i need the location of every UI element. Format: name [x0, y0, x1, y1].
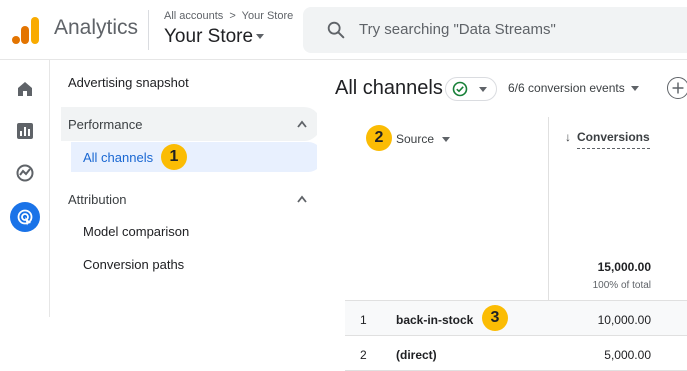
advertising-button[interactable] — [10, 202, 40, 232]
breadcrumb[interactable]: All accounts > Your Store — [164, 10, 293, 22]
nav-section-label: Attribution — [68, 192, 127, 207]
column-header-source[interactable]: Source — [396, 132, 451, 146]
breadcrumb-property[interactable]: Your Store — [242, 10, 294, 22]
row-index: 1 — [360, 313, 367, 327]
annotation-badge-2: 2 — [366, 125, 392, 151]
search-icon — [327, 21, 345, 39]
conversion-events-selector[interactable]: 6/6 conversion events — [508, 81, 639, 95]
left-rail — [0, 60, 50, 317]
chevron-down-icon — [256, 34, 265, 40]
main-content: All channels 6/6 conversion events 2 Sou… — [317, 60, 687, 371]
add-comparison-icon[interactable] — [667, 77, 687, 99]
nav-item-label: All channels — [83, 150, 154, 165]
home-icon — [18, 82, 32, 96]
column-header-label: Source — [396, 132, 435, 146]
chevron-down-icon — [479, 87, 487, 92]
column-divider — [548, 117, 549, 317]
chevron-up-icon — [297, 120, 307, 128]
nav-section-performance[interactable]: Performance — [61, 107, 321, 141]
row-source[interactable]: back-in-stock — [396, 313, 473, 327]
annotation-badge-1: 1 — [161, 144, 187, 170]
app-name: Analytics — [54, 16, 139, 39]
total-value: 15,000.00 — [597, 260, 651, 274]
row-source[interactable]: (direct) — [396, 348, 437, 362]
top-bar: Analytics All accounts > Your Store Your… — [0, 0, 687, 60]
total-subtitle: 100% of total — [592, 280, 651, 291]
data-table: 2 Source ↓ Conversions 15,000.00 100% of … — [317, 117, 687, 371]
search-bar[interactable]: Try searching "Data Streams" — [303, 7, 687, 53]
row-conversions: 10,000.00 — [597, 313, 651, 327]
chevron-down-icon — [630, 86, 639, 92]
row-conversions: 5,000.00 — [604, 348, 651, 362]
explore-icon — [16, 164, 34, 182]
page-title: All channels — [335, 77, 443, 99]
reports-icon — [17, 123, 33, 139]
account-name: Your Store — [164, 26, 254, 47]
reports-button[interactable] — [10, 116, 40, 146]
advertising-icon — [17, 209, 33, 226]
header-divider — [148, 10, 149, 50]
nav-item-model-comparison[interactable]: Model comparison — [83, 224, 189, 239]
nav-advertising-snapshot[interactable]: Advertising snapshot — [68, 75, 189, 90]
column-header-conversions[interactable]: ↓ Conversions — [565, 130, 650, 149]
chevron-down-icon — [442, 137, 451, 143]
account-selector[interactable]: Your Store — [164, 26, 265, 48]
home-button[interactable] — [10, 74, 40, 104]
explore-button[interactable] — [10, 158, 40, 188]
row-divider — [345, 300, 687, 301]
sort-descending-icon: ↓ — [565, 130, 571, 144]
breadcrumb-separator: > — [229, 10, 236, 22]
conversion-events-label: 6/6 conversion events — [508, 81, 625, 95]
breadcrumb-accounts[interactable]: All accounts — [164, 10, 223, 22]
chevron-up-icon — [297, 195, 307, 203]
analytics-logo-icon[interactable] — [12, 15, 40, 45]
row-divider — [345, 335, 687, 336]
nav-section-label: Performance — [68, 117, 143, 132]
side-navigation: Advertising snapshot Performance All cha… — [51, 60, 323, 317]
check-circle-icon — [452, 81, 468, 97]
nav-item-all-channels[interactable]: All channels — [71, 142, 323, 172]
row-index: 2 — [360, 348, 367, 362]
nav-section-attribution[interactable]: Attribution — [61, 182, 321, 216]
annotation-badge-3: 3 — [482, 305, 508, 331]
search-placeholder: Try searching "Data Streams" — [359, 21, 556, 38]
comparison-status-chip[interactable] — [445, 77, 497, 101]
nav-item-conversion-paths[interactable]: Conversion paths — [83, 257, 184, 272]
column-header-label: Conversions — [577, 130, 650, 149]
